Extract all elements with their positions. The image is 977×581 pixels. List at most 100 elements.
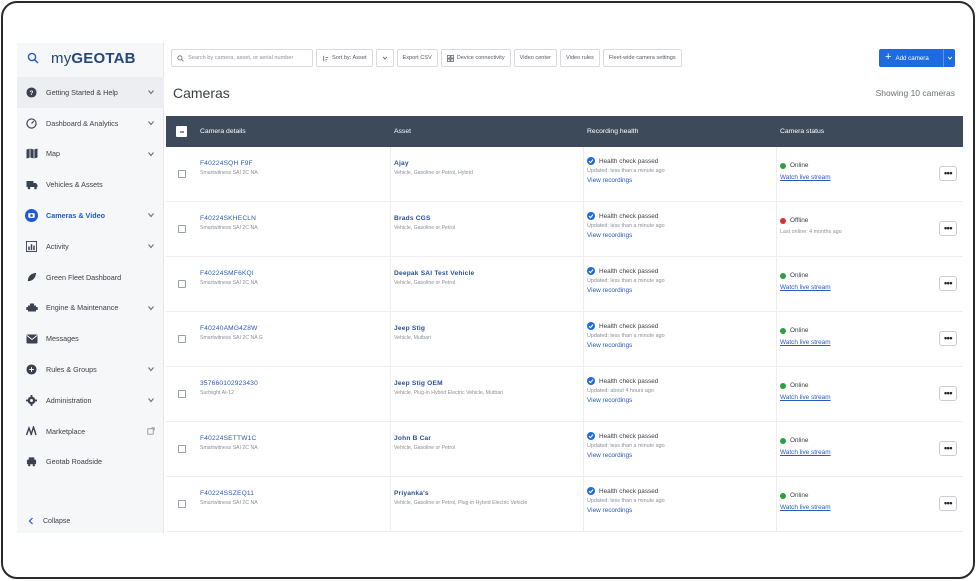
camera-serial-link[interactable]: F40224SETTW1C [200, 435, 390, 442]
sidebar-item-label: Rules & Groups [46, 365, 97, 375]
chevron-down-icon [148, 367, 154, 372]
sidebar-item-label: Green Fleet Dashboard [46, 272, 122, 282]
view-recordings-link[interactable]: View recordings [587, 232, 776, 239]
health-updated: Updated: less than a minute ago [587, 168, 665, 174]
asset-link[interactable]: Deepak SAI Test Vehicle [394, 270, 583, 277]
sidebar-item-dashboard-analytics[interactable]: Dashboard & Analytics [17, 108, 164, 139]
export-csv-button[interactable]: Export CSV [396, 49, 438, 67]
view-recordings-link[interactable]: View recordings [587, 397, 776, 404]
camera-serial-link[interactable]: 357660102923430 [200, 380, 390, 387]
camera-details-cell: F40224SQH F9F Smartwitness SAI 2C NA [197, 147, 391, 201]
sidebar-item-marketplace[interactable]: Marketplace [17, 416, 164, 447]
view-recordings-link[interactable]: View recordings [587, 452, 776, 459]
row-checkbox[interactable] [166, 367, 197, 421]
more-options-button[interactable]: ••• [939, 441, 957, 456]
video-center-label: Video center [519, 55, 551, 61]
row-checkbox[interactable] [166, 422, 197, 476]
sort-button[interactable]: Sort by: Asset [316, 49, 373, 67]
camera-serial-link[interactable]: F40240AMG4Z8W [200, 325, 390, 332]
more-options-button[interactable]: ••• [939, 331, 957, 346]
row-checkbox[interactable] [166, 147, 197, 201]
add-camera-dropdown[interactable] [943, 49, 955, 67]
camera-type: Smartwitness SAI 2C NA [200, 225, 258, 231]
asset-link[interactable]: John B Car [394, 435, 583, 442]
more-options-button[interactable]: ••• [939, 221, 957, 236]
collapse-button[interactable]: Collapse [27, 517, 70, 525]
chevron-down-icon [148, 120, 154, 126]
camera-serial-link[interactable]: F40224SSZEQ11 [200, 490, 390, 497]
asset-link[interactable]: Priyanka's [394, 490, 583, 497]
engine-icon [25, 301, 38, 314]
watch-live-stream-link[interactable]: Watch live stream [780, 449, 963, 456]
row-checkbox[interactable] [166, 477, 197, 531]
sidebar-item-administration[interactable]: Administration [17, 385, 164, 416]
sidebar-item-vehicles-assets[interactable]: Vehicles & Assets [17, 169, 164, 200]
search-input[interactable]: Search by camera, asset, or serial numbe… [171, 49, 313, 67]
column-header-health[interactable]: Recording health [584, 128, 777, 135]
sidebar-item-engine-maintenance[interactable]: Engine & Maintenance [17, 293, 164, 324]
sort-direction-button[interactable] [375, 49, 394, 67]
camera-status-cell: Offline Last online: 4 months ago ••• [777, 202, 963, 256]
recording-health-cell: Health check passed Updated: about 4 hour… [584, 367, 777, 421]
ellipsis-icon: ••• [944, 333, 952, 343]
view-recordings-link[interactable]: View recordings [587, 287, 776, 294]
asset-link[interactable]: Jeep Stig [394, 325, 583, 332]
sidebar-item-activity[interactable]: Activity [17, 231, 164, 262]
view-recordings-link[interactable]: View recordings [587, 342, 776, 349]
sidebar-item-geotab-roadside[interactable]: Geotab Roadside [17, 447, 164, 478]
watch-live-stream-link[interactable]: Watch live stream [780, 284, 963, 291]
camera-serial-link[interactable]: F40224SKHECLN [200, 215, 390, 222]
watch-live-stream-link[interactable]: Watch live stream [780, 339, 963, 346]
view-recordings-link[interactable]: View recordings [587, 177, 776, 184]
camera-details-cell: F40224SETTW1C Smartwitness SAI 2C NA [197, 422, 391, 476]
sidebar-item-messages[interactable]: Messages [17, 323, 164, 354]
more-options-button[interactable]: ••• [939, 276, 957, 291]
camera-status-cell: Online Watch live stream ••• [777, 422, 963, 476]
sidebar-item-label: Cameras & Video [46, 211, 105, 221]
more-options-button[interactable]: ••• [939, 386, 957, 401]
asset-link[interactable]: Ajay [394, 160, 583, 167]
sidebar-item-green-fleet-dashboard[interactable]: Green Fleet Dashboard [17, 262, 164, 293]
asset-description: Vehicle, Gasoline or Petrol, Plug-in Hyb… [394, 500, 528, 506]
sidebar-item-getting-started-help[interactable]: ? Getting Started & Help [17, 77, 164, 108]
more-options-button[interactable]: ••• [939, 166, 957, 181]
search-icon [177, 54, 184, 62]
row-checkbox[interactable] [166, 202, 197, 256]
asset-description: Vehicle, Gasoline or Petrol [394, 280, 456, 286]
asset-link[interactable]: Jeep Stig OEM [394, 380, 583, 387]
sidebar-item-map[interactable]: Map [17, 139, 164, 170]
camera-details-cell: F40224SKHECLN Smartwitness SAI 2C NA [197, 202, 391, 256]
truck-icon [25, 178, 38, 191]
asset-link[interactable]: Brads CGS [394, 215, 583, 222]
add-camera-button[interactable]: + Add camera [879, 49, 955, 67]
view-recordings-link[interactable]: View recordings [587, 507, 776, 514]
sidebar-item-cameras-video[interactable]: Cameras & Video [17, 200, 164, 231]
video-center-button[interactable]: Video center [513, 49, 557, 67]
column-header-asset[interactable]: Asset [391, 128, 584, 135]
column-header-camera[interactable]: Camera details [197, 128, 391, 135]
asset-cell: Priyanka's Vehicle, Gasoline or Petrol, P… [391, 477, 584, 531]
result-count: Showing 10 cameras [875, 88, 955, 98]
fleet-camera-settings-button[interactable]: Fleet-wide camera settings [602, 49, 682, 67]
search-icon[interactable] [27, 52, 39, 64]
device-connectivity-button[interactable]: Device connectivity [440, 49, 511, 67]
leaf-icon [25, 271, 38, 284]
table-row: F40224SQH F9F Smartwitness SAI 2C NA Ajay V… [166, 147, 963, 202]
watch-live-stream-link[interactable]: Watch live stream [780, 174, 963, 181]
camera-serial-link[interactable]: F40224SMF6KQI [200, 270, 390, 277]
video-rules-button[interactable]: Video rules [559, 49, 600, 67]
camera-serial-link[interactable]: F40224SQH F9F [200, 160, 390, 167]
watch-live-stream-link[interactable]: Watch live stream [780, 394, 963, 401]
row-checkbox[interactable] [166, 257, 197, 311]
row-checkbox[interactable] [166, 312, 197, 366]
grid-icon [446, 54, 454, 62]
recording-health-cell: Health check passed Updated: less than a … [584, 257, 777, 311]
watch-live-stream-link[interactable]: Watch live stream [780, 504, 963, 511]
geotab-logo[interactable]: myGEOTAB [51, 50, 136, 67]
sidebar-item-rules-groups[interactable]: Rules & Groups [17, 354, 164, 385]
select-all-checkbox[interactable] [166, 126, 197, 137]
cameras-table: Camera details Asset Recording health Ca… [166, 116, 963, 532]
chevron-down-icon [148, 244, 154, 249]
column-header-status[interactable]: Camera status [777, 128, 963, 135]
more-options-button[interactable]: ••• [939, 496, 957, 511]
